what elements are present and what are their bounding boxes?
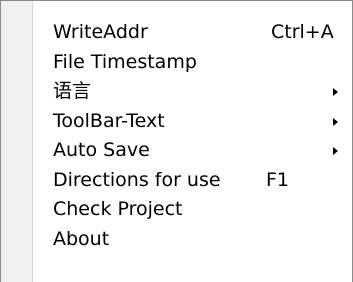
menu-item-shortcut: Ctrl+A bbox=[271, 21, 334, 43]
menu-item-about[interactable]: About bbox=[1, 225, 352, 255]
submenu-arrow-icon bbox=[333, 117, 338, 126]
menu-item-language[interactable]: 语言 bbox=[1, 77, 352, 107]
menu-items: WriteAddr Ctrl+A File Timestamp 语言 ToolB… bbox=[1, 18, 352, 254]
menu-item-toolbar-text[interactable]: ToolBar-Text bbox=[1, 107, 352, 137]
context-menu: WriteAddr Ctrl+A File Timestamp 语言 ToolB… bbox=[0, 0, 353, 282]
menu-item-writeaddr[interactable]: WriteAddr Ctrl+A bbox=[1, 18, 352, 48]
menu-item-file-timestamp[interactable]: File Timestamp bbox=[1, 48, 352, 78]
menu-item-label: ToolBar-Text bbox=[53, 109, 165, 132]
menu-item-label: Directions for use bbox=[53, 168, 221, 191]
menu-item-shortcut: F1 bbox=[266, 168, 290, 191]
menu-item-label: About bbox=[53, 227, 110, 250]
submenu-arrow-icon bbox=[333, 88, 338, 96]
menu-item-directions-for-use[interactable]: Directions for use F1 bbox=[1, 166, 352, 196]
menu-item-auto-save[interactable]: Auto Save bbox=[1, 136, 352, 166]
menu-item-label: Auto Save bbox=[53, 139, 150, 161]
menu-item-label: WriteAddr bbox=[53, 21, 148, 43]
menu-item-label: Check Project bbox=[53, 198, 183, 220]
menu-item-label: File Timestamp bbox=[53, 50, 197, 73]
menu-item-check-project[interactable]: Check Project bbox=[1, 195, 352, 225]
menu-item-label: 语言 bbox=[53, 80, 92, 102]
submenu-arrow-icon bbox=[333, 147, 338, 155]
